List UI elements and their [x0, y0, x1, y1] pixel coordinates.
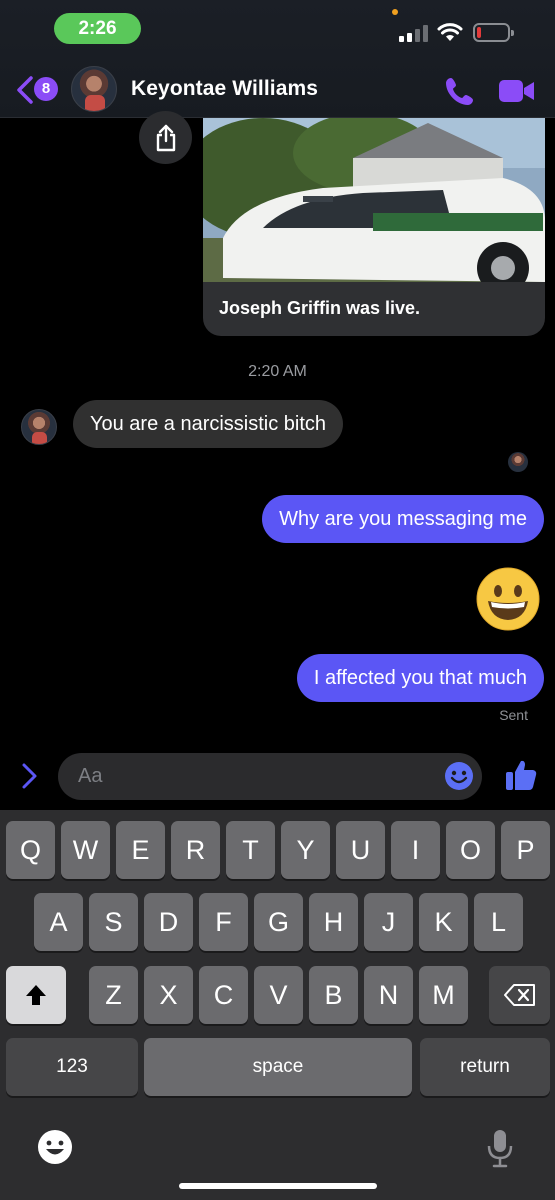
back-chevron-icon[interactable] — [16, 76, 34, 104]
contact-name[interactable]: Keyontae Williams — [131, 77, 318, 101]
read-receipt-avatar — [508, 452, 528, 472]
privacy-indicator-dot — [392, 9, 398, 15]
key-z[interactable]: Z — [89, 966, 138, 1024]
video-call-icon[interactable] — [498, 78, 536, 104]
unread-count-badge[interactable]: 8 — [34, 77, 58, 101]
key-l[interactable]: L — [474, 893, 523, 951]
shift-icon — [26, 985, 46, 1005]
key-w[interactable]: W — [61, 821, 110, 879]
key-j[interactable]: J — [364, 893, 413, 951]
shift-key[interactable] — [6, 966, 66, 1024]
share-icon — [156, 124, 175, 151]
return-key[interactable]: return — [420, 1038, 550, 1096]
shared-video-thumbnail — [203, 118, 545, 282]
message-input[interactable]: Aa — [58, 753, 482, 800]
key-s[interactable]: S — [89, 893, 138, 951]
message-timestamp: 2:20 AM — [248, 363, 307, 380]
shared-live-video-card[interactable]: Joseph Griffin was live. — [203, 118, 545, 336]
emoji-picker-icon[interactable] — [444, 761, 474, 791]
key-n[interactable]: N — [364, 966, 413, 1024]
key-q[interactable]: Q — [6, 821, 55, 879]
battery-icon — [473, 23, 514, 42]
key-o[interactable]: O — [446, 821, 495, 879]
wifi-icon — [437, 23, 463, 41]
contact-avatar[interactable] — [71, 66, 117, 112]
key-i[interactable]: I — [391, 821, 440, 879]
key-a[interactable]: A — [34, 893, 83, 951]
key-g[interactable]: G — [254, 893, 303, 951]
key-k[interactable]: K — [419, 893, 468, 951]
backspace-icon — [503, 984, 535, 1006]
key-e[interactable]: E — [116, 821, 165, 879]
numbers-key[interactable]: 123 — [6, 1038, 138, 1096]
expand-actions-chevron-icon[interactable] — [19, 762, 39, 790]
key-x[interactable]: X — [144, 966, 193, 1024]
cellular-signal-icon — [399, 24, 429, 42]
share-button[interactable] — [139, 111, 192, 164]
key-u[interactable]: U — [336, 821, 385, 879]
key-b[interactable]: B — [309, 966, 358, 1024]
key-d[interactable]: D — [144, 893, 193, 951]
phone-call-icon[interactable] — [444, 75, 476, 107]
message-input-placeholder: Aa — [78, 765, 103, 787]
home-indicator[interactable] — [179, 1183, 377, 1189]
outgoing-message[interactable]: Why are you messaging me — [262, 495, 544, 543]
chat-header: 2:26 8 Keyontae Williams — [0, 0, 555, 118]
key-m[interactable]: M — [419, 966, 468, 1024]
space-key[interactable]: space — [144, 1038, 412, 1096]
outgoing-message[interactable]: I affected you that much — [296, 654, 544, 702]
key-f[interactable]: F — [199, 893, 248, 951]
key-p[interactable]: P — [501, 821, 550, 879]
thumbs-up-icon[interactable] — [504, 758, 538, 792]
delete-key[interactable] — [489, 966, 550, 1024]
key-v[interactable]: V — [254, 966, 303, 1024]
dictation-mic-icon[interactable] — [486, 1128, 514, 1168]
incoming-message[interactable]: You are a narcissistic bitch — [73, 400, 344, 448]
key-y[interactable]: Y — [281, 821, 330, 879]
status-time: 2:26 — [54, 13, 141, 44]
key-r[interactable]: R — [171, 821, 220, 879]
key-h[interactable]: H — [309, 893, 358, 951]
key-c[interactable]: C — [199, 966, 248, 1024]
key-t[interactable]: T — [226, 821, 275, 879]
sent-status: Sent — [499, 707, 528, 723]
sender-avatar[interactable] — [21, 409, 57, 445]
keyboard-emoji-icon[interactable] — [37, 1129, 73, 1165]
outgoing-emoji-message[interactable] — [475, 567, 541, 631]
shared-post-caption: Joseph Griffin was live. — [219, 298, 421, 318]
